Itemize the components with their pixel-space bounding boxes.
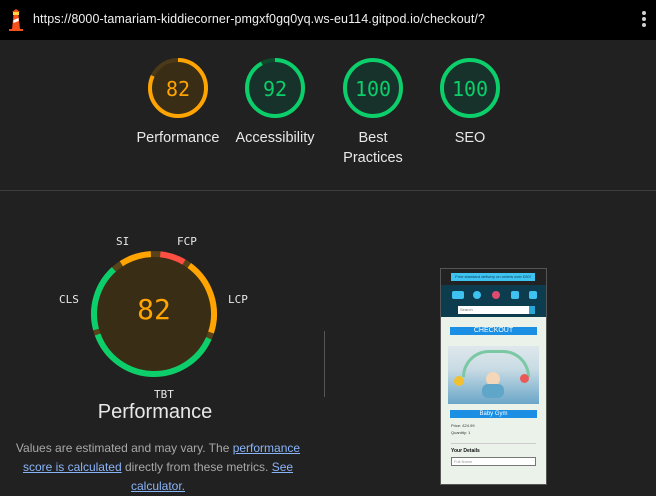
thumb-price: Price: £24.99 [451,423,475,428]
thumb-search-bar: Search [441,305,546,317]
thumb-menu-icon [452,291,464,299]
metric-label-cls: CLS [59,293,79,306]
gauge-best-practices[interactable]: 100 Best Practices [318,56,428,168]
score-seo: 100 [451,77,489,101]
thumb-banner: Free standard delivery on orders over £5… [441,269,546,285]
vertical-divider [324,331,325,397]
thumb-nav [441,285,546,305]
metric-label-si: SI [116,235,130,248]
thumb-cart-icon [529,291,537,299]
thumb-search-icon [529,306,535,314]
performance-section: SI FCP LCP CLS TBT 82 Performance Values… [0,191,656,493]
metric-label-tbt: TBT [154,388,174,401]
score-accessibility: 92 [262,77,288,101]
thumb-heart-icon [511,291,519,299]
performance-score: 82 [137,293,171,326]
more-vert-icon[interactable] [640,10,648,30]
label-best-practices: Best Practices [343,130,403,166]
metric-label-lcp: LCP [228,293,248,306]
label-accessibility: Accessibility [235,130,315,146]
thumb-checkout-heading: CHECKOUT [450,327,537,335]
gauge-seo[interactable]: 100 SEO [415,56,525,148]
metric-label-fcp: FCP [177,235,197,248]
thumb-name-input: Full Name [451,457,536,466]
thumb-bear-icon [492,291,500,299]
performance-note: Values are estimated and may vary. The p… [8,439,308,496]
final-screenshot[interactable]: Free standard delivery on orders over £5… [440,268,547,485]
thumb-product-image [448,346,539,404]
label-seo: SEO [454,130,486,146]
browser-toolbar: https://8000-tamariam-kiddiecorner-pmgxf… [0,0,656,40]
score-performance: 82 [165,77,191,101]
thumb-account-icon [473,291,481,299]
thumb-section-title: Your Details [451,443,536,454]
note-text-2: directly from these metrics. [121,460,272,474]
thumb-banner-text: Free standard delivery on orders over £5… [451,273,535,281]
label-performance: Performance [136,130,220,146]
gauge-accessibility[interactable]: 92 Accessibility [220,56,330,148]
note-text-1: Values are estimated and may vary. The [15,441,233,455]
gauge-performance[interactable]: 82 Performance [123,56,233,148]
thumb-product-meta: Price: £24.99 Quantity: 1 [451,422,536,436]
url-bar[interactable]: https://8000-tamariam-kiddiecorner-pmgxf… [33,12,485,26]
thumb-search-input: Search [458,306,530,314]
thumb-quantity: Quantity: 1 [451,430,471,435]
performance-title: Performance [97,401,213,423]
lighthouse-icon [9,9,23,31]
score-best-practices: 100 [354,77,392,101]
category-gauges: 82 Performance 92 Accessibility 100 Best… [0,40,656,190]
thumb-product-name: Baby Gym [450,410,537,418]
